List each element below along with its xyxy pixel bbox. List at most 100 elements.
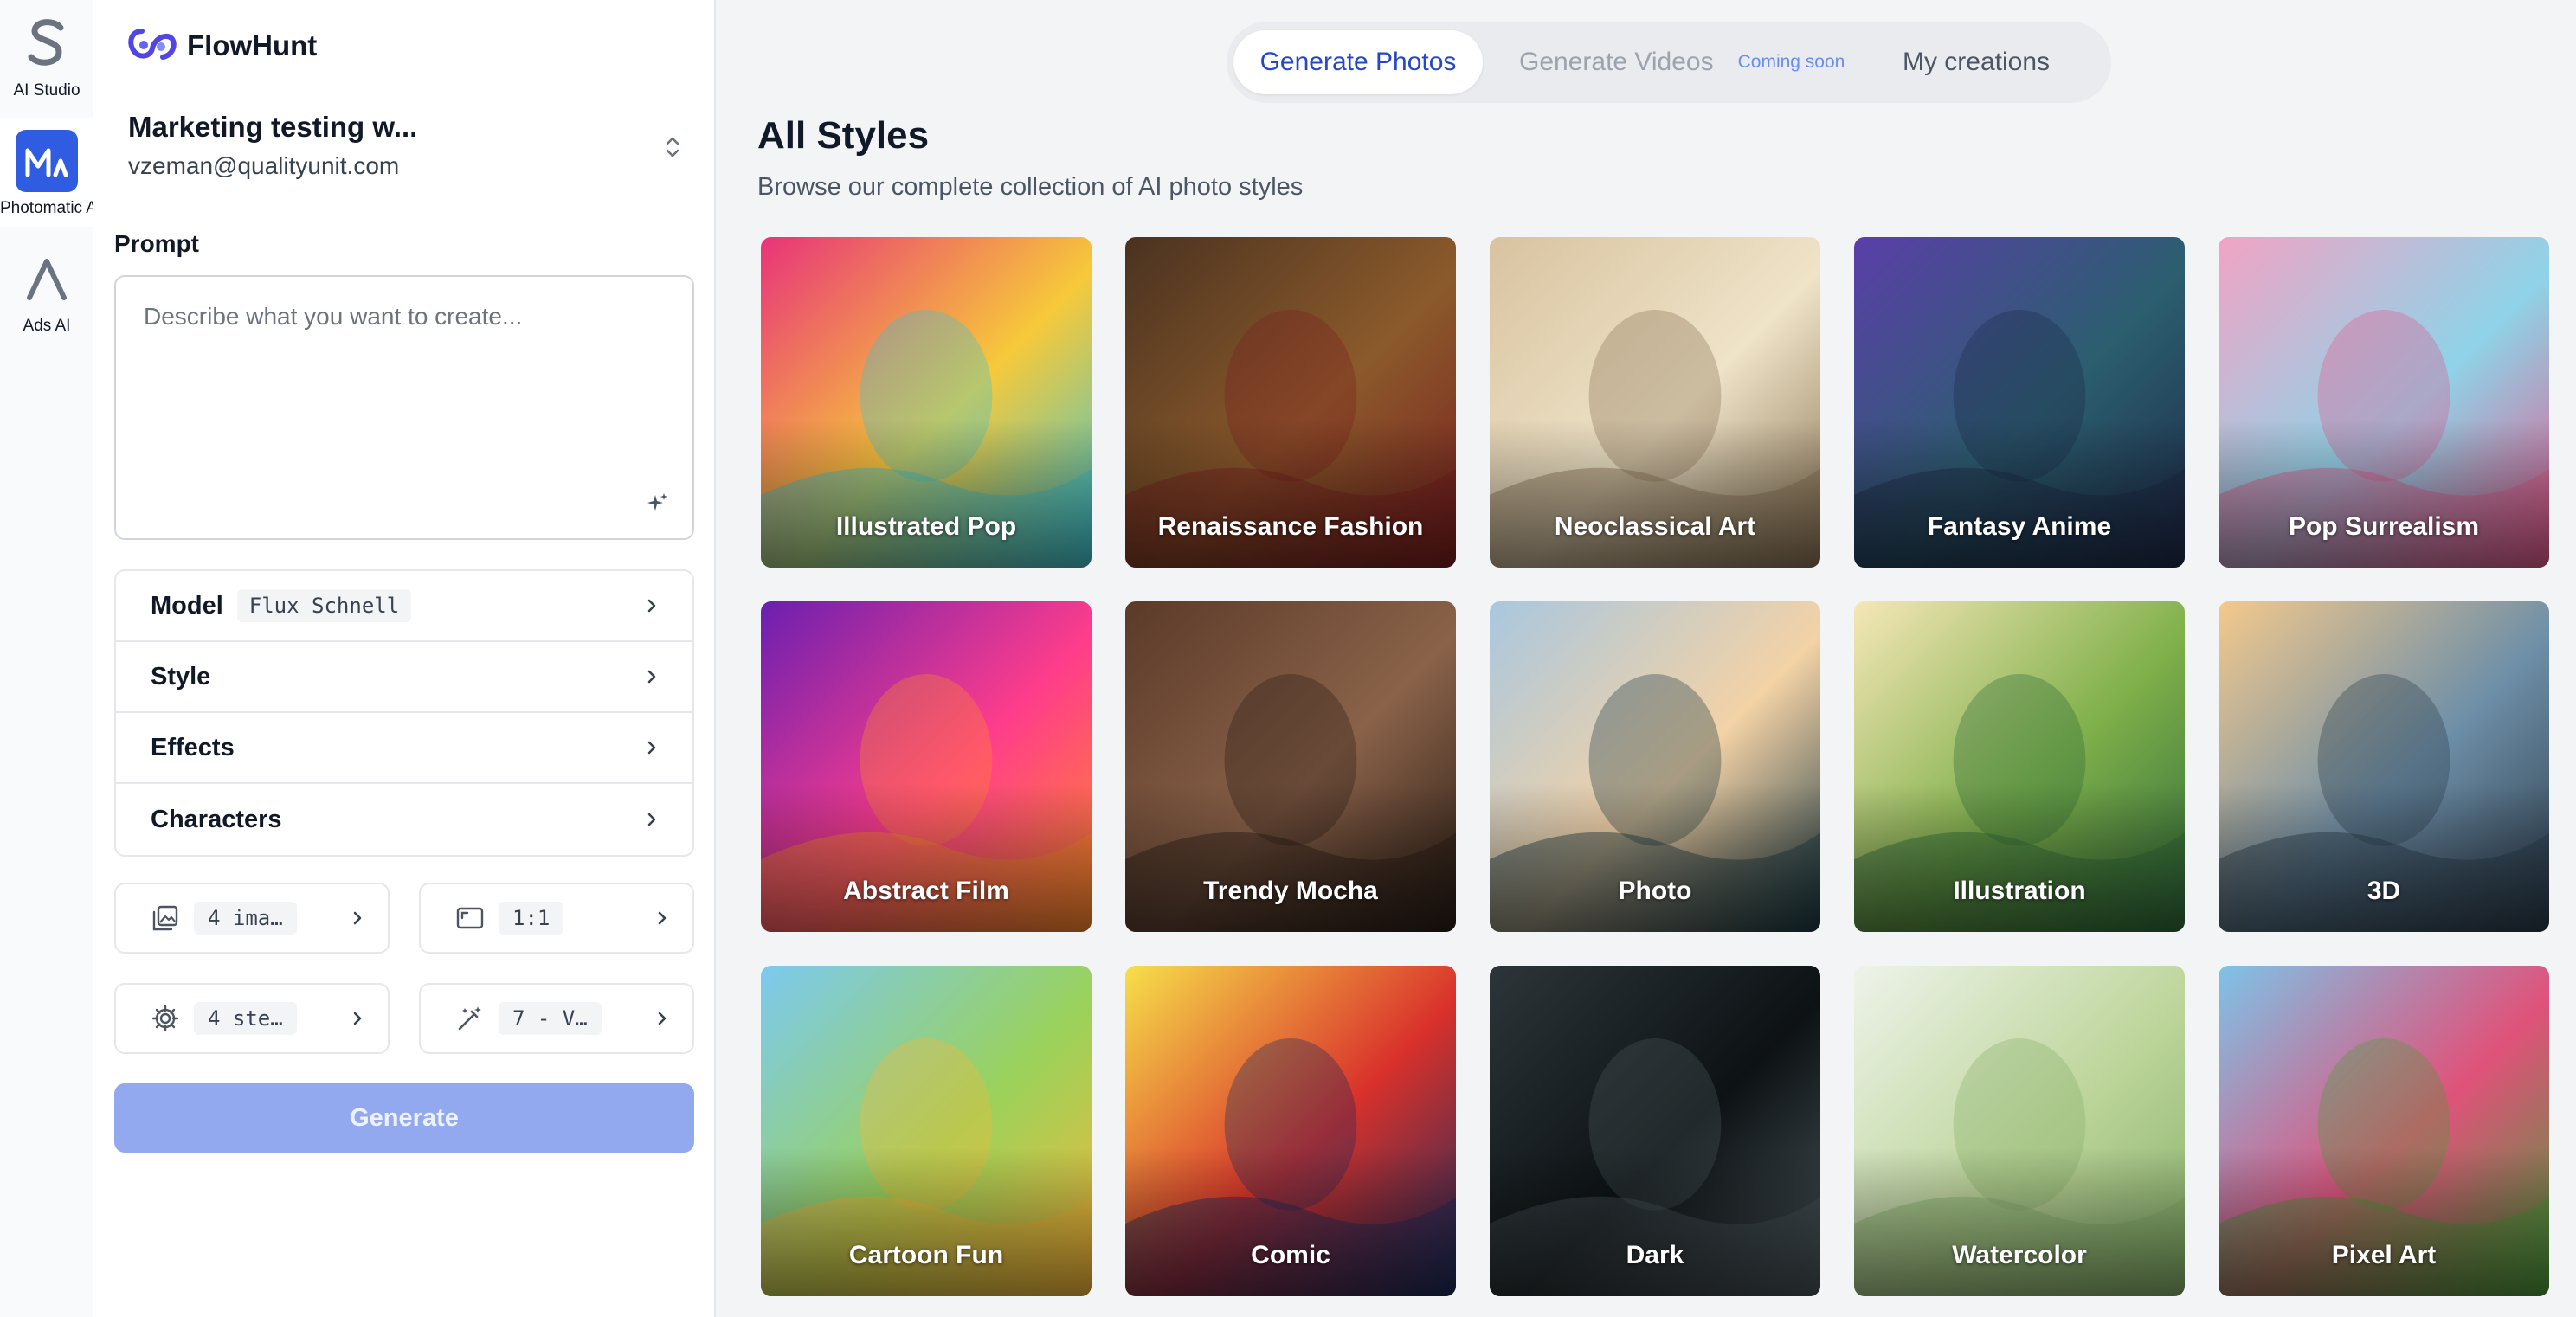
chevron-right-icon — [646, 738, 658, 757]
card-shade — [1125, 419, 1456, 568]
chevron-right-icon — [646, 596, 658, 615]
rail-label: Ads AI — [23, 317, 71, 335]
style-card-label: Photo — [1618, 877, 1692, 905]
style-card[interactable]: Pixel Art — [2219, 966, 2549, 1296]
rail-label: Photomatic AI — [0, 199, 93, 217]
aspect-ratio-icon — [456, 907, 484, 929]
style-card[interactable]: Trendy Mocha — [1125, 601, 1456, 932]
steps-value: 4 ste… — [194, 1002, 297, 1035]
style-card-label: Watercolor — [1952, 1241, 2087, 1269]
card-shade — [1125, 1147, 1456, 1296]
tab-my-creations[interactable]: My creations — [1864, 30, 2089, 94]
card-shade — [761, 419, 1092, 568]
generation-panel: FlowHunt Marketing testing w... vzeman@q… — [93, 0, 716, 1317]
style-card[interactable]: 3D — [2219, 601, 2549, 932]
top-bar: Generate Photos Generate Videos Coming s… — [716, 0, 2576, 123]
card-shade — [1125, 783, 1456, 932]
style-card-label: Comic — [1251, 1241, 1330, 1269]
studio-s-icon — [16, 12, 78, 74]
rail-item-photomatic-ai[interactable]: Photomatic AI — [0, 118, 93, 227]
style-card[interactable]: Fantasy Anime — [1854, 237, 2185, 568]
style-card[interactable]: Abstract Film — [761, 601, 1092, 932]
image-count-value: 4 ima… — [194, 902, 297, 935]
style-card-label: Trendy Mocha — [1203, 877, 1378, 905]
aspect-ratio-button[interactable]: 1:1 — [419, 883, 694, 954]
card-shade — [2219, 1147, 2549, 1296]
style-card[interactable]: Dark — [1490, 966, 1820, 1296]
style-card[interactable]: Illustration — [1854, 601, 2185, 932]
card-shade — [1854, 419, 2185, 568]
chevron-right-icon — [646, 810, 658, 829]
style-card-label: Illustration — [1953, 877, 2086, 905]
characters-setting[interactable]: Characters — [116, 784, 692, 855]
style-card-label: Abstract Film — [843, 877, 1009, 905]
rail-item-ai-studio[interactable]: AI Studio — [0, 0, 93, 109]
card-shade — [1854, 783, 2185, 932]
quality-value: 7 - V… — [499, 1002, 602, 1035]
gear-icon — [151, 1005, 179, 1032]
generate-button[interactable]: Generate — [114, 1083, 694, 1153]
photomatic-logo-icon — [16, 130, 78, 192]
style-card-label: 3D — [2367, 877, 2401, 905]
mode-tabs: Generate Photos Generate Videos Coming s… — [1227, 22, 2111, 103]
effects-label: Effects — [151, 733, 235, 761]
rail-item-ads-ai[interactable]: Ads AI — [0, 235, 93, 344]
effects-setting[interactable]: Effects — [116, 713, 692, 784]
card-shade — [2219, 419, 2549, 568]
card-shade — [2219, 783, 2549, 932]
card-shade — [1854, 1147, 2185, 1296]
enhance-prompt-button[interactable] — [644, 490, 672, 517]
prompt-box — [114, 275, 694, 540]
style-card-label: Pixel Art — [2331, 1241, 2437, 1269]
chevron-up-down-icon — [666, 137, 679, 157]
card-shade — [761, 1147, 1092, 1296]
style-card-label: Neoclassical Art — [1554, 512, 1756, 541]
brand[interactable]: FlowHunt — [126, 26, 317, 66]
card-shade — [1490, 1147, 1820, 1296]
quality-button[interactable]: 7 - V… — [419, 983, 694, 1054]
aspect-ratio-value: 1:1 — [499, 902, 564, 935]
settings-list: Model Flux Schnell Style Effects Charact… — [114, 569, 694, 857]
tab-generate-photos[interactable]: Generate Photos — [1233, 30, 1483, 94]
chevron-right-icon — [656, 909, 668, 928]
model-label: Model — [151, 591, 223, 620]
tab-generate-videos-label: Generate Videos — [1519, 48, 1714, 76]
workspace-name[interactable]: Marketing testing w... — [128, 111, 417, 144]
coming-soon-badge: Coming soon — [1737, 52, 1845, 72]
style-label: Style — [151, 662, 211, 691]
page-subtitle: Browse our complete collection of AI pho… — [757, 173, 1304, 201]
chevron-right-icon — [351, 1009, 364, 1028]
style-card[interactable]: Photo — [1490, 601, 1820, 932]
prompt-input[interactable] — [116, 277, 692, 538]
page-title: All Styles — [757, 114, 930, 157]
tab-generate-videos: Generate Videos Coming soon — [1483, 30, 1864, 94]
magic-wand-icon — [458, 1006, 481, 1031]
style-setting[interactable]: Style — [116, 642, 692, 713]
model-setting[interactable]: Model Flux Schnell — [116, 571, 692, 642]
prompt-label: Prompt — [114, 230, 199, 257]
sparkles-icon — [647, 493, 667, 511]
ads-a-icon — [16, 247, 78, 310]
style-card-label: Dark — [1626, 1241, 1684, 1269]
main-content: Generate Photos Generate Videos Coming s… — [716, 0, 2576, 1317]
style-card[interactable]: Watercolor — [1854, 966, 2185, 1296]
rail-label: AI Studio — [13, 81, 80, 100]
style-card[interactable]: Neoclassical Art — [1490, 237, 1820, 568]
characters-label: Characters — [151, 805, 282, 833]
style-card-label: Illustrated Pop — [835, 512, 1017, 541]
style-card-label: Cartoon Fun — [848, 1241, 1004, 1269]
chevron-right-icon — [656, 1009, 668, 1028]
images-icon — [152, 905, 178, 931]
style-card-label: Pop Surrealism — [2288, 512, 2480, 541]
card-shade — [761, 783, 1092, 932]
chevron-right-icon — [351, 909, 364, 928]
style-card[interactable]: Cartoon Fun — [761, 966, 1092, 1296]
style-card[interactable]: Pop Surrealism — [2219, 237, 2549, 568]
image-count-button[interactable]: 4 ima… — [114, 883, 390, 954]
workspace-switcher-button[interactable] — [660, 132, 686, 163]
style-card-label: Fantasy Anime — [1927, 512, 2112, 541]
steps-button[interactable]: 4 ste… — [114, 983, 390, 1054]
style-card[interactable]: Illustrated Pop — [761, 237, 1092, 568]
style-card[interactable]: Comic — [1125, 966, 1456, 1296]
style-card[interactable]: Renaissance Fashion — [1125, 237, 1456, 568]
